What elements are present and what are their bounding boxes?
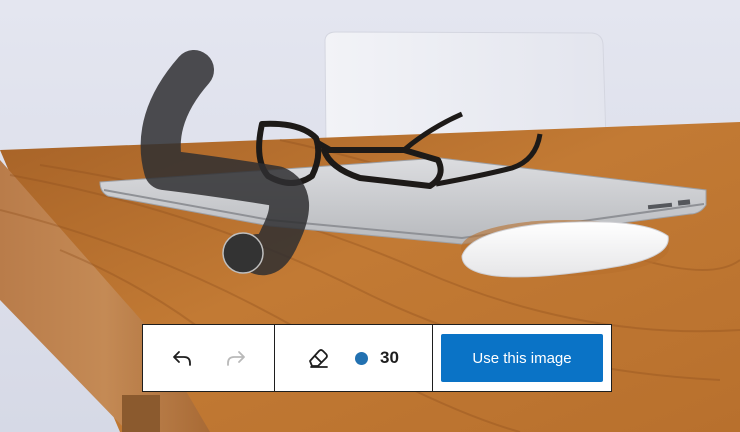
history-group <box>143 325 275 391</box>
desk-leg <box>122 395 160 432</box>
brush-cursor <box>222 232 264 274</box>
brush-size-control[interactable]: 30 <box>355 348 399 368</box>
image-edit-toolbar: 30 Use this image <box>142 324 612 392</box>
undo-button[interactable] <box>165 341 199 375</box>
undo-icon <box>170 346 194 370</box>
eraser-icon <box>305 346 331 370</box>
redo-button[interactable] <box>219 341 253 375</box>
actions-group: Use this image <box>433 325 611 391</box>
brush-size-value: 30 <box>380 348 399 367</box>
brush-group: 30 <box>275 325 433 391</box>
redo-icon <box>224 346 248 370</box>
use-this-image-button[interactable]: Use this image <box>441 334 603 382</box>
eraser-button[interactable] <box>301 341 335 375</box>
brush-color-dot <box>355 351 368 365</box>
